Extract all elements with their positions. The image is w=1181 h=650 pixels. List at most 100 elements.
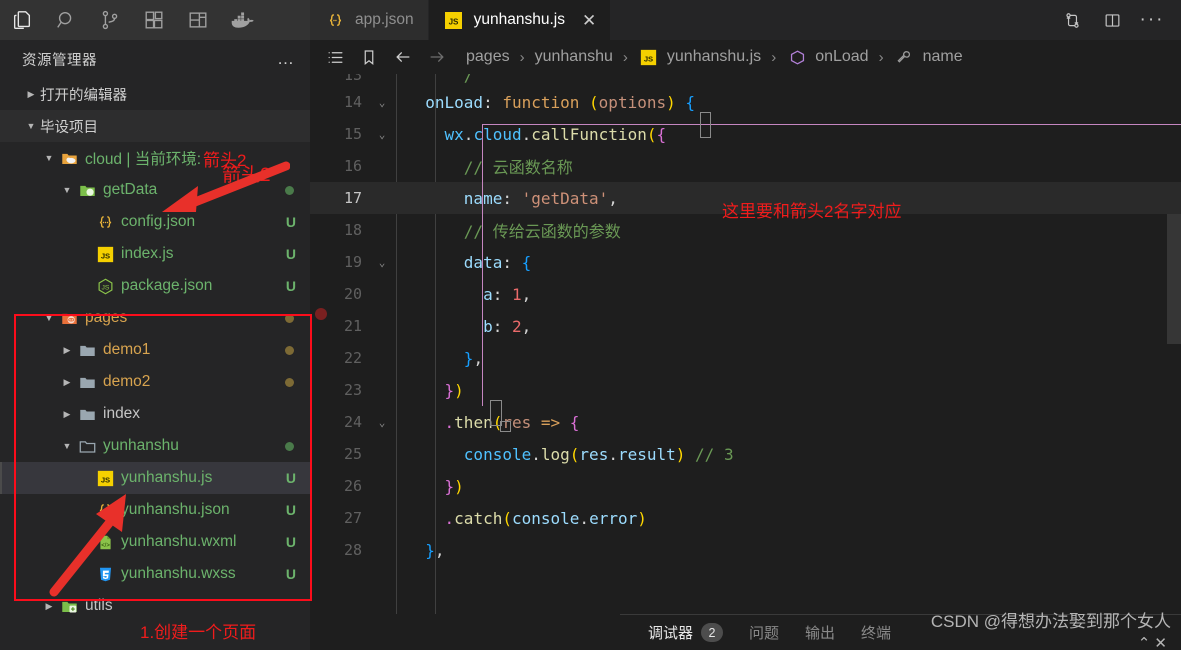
tree-item-demo1[interactable]: ▶ demo1 <box>0 334 310 366</box>
svg-text:JS: JS <box>100 251 109 260</box>
sidebar-title: 资源管理器 <box>22 52 97 69</box>
fold-chevron-icon[interactable]: ⌄ <box>368 96 396 109</box>
wxss-icon <box>94 566 116 583</box>
folder-add-icon <box>58 598 80 615</box>
json-icon <box>94 214 116 231</box>
js-icon: JS <box>94 246 116 263</box>
annotation-arrow2-label: 箭头2 <box>222 165 271 186</box>
code-line-27[interactable]: 27 .catch(console.error) <box>310 502 1181 534</box>
tab-bar: app.json JS yunhanshu.js ✕ ··· <box>310 0 1181 40</box>
breadcrumb-item-name[interactable]: name <box>890 48 967 66</box>
sidebar-section-open-editors[interactable]: ▶ 打开的编辑器 <box>0 78 310 110</box>
fold-chevron-icon[interactable]: ⌄ <box>368 128 396 141</box>
tree-item-package.json[interactable]: ▶JSpackage.jsonU <box>0 270 310 302</box>
extensions-icon[interactable] <box>132 0 176 40</box>
source-control-icon[interactable] <box>88 0 132 40</box>
breadcrumb-item-onload[interactable]: onLoad <box>782 48 872 66</box>
explorer-icon[interactable] <box>0 0 44 40</box>
code-line-21[interactable]: 21 b: 2, <box>310 310 1181 342</box>
tree-item-config.json[interactable]: ▶config.jsonU <box>0 206 310 238</box>
code-line-22[interactable]: 22 }, <box>310 342 1181 374</box>
sidebar: 资源管理器 … ▶ 打开的编辑器 ▼ 毕设项目 ▼ cloud | 当前环境: 箭头… <box>0 40 310 650</box>
tree-item-yunhanshu.json[interactable]: ▶yunhanshu.jsonU <box>0 494 310 526</box>
line-number: 17 <box>343 189 362 207</box>
panel-tab-label: 终端 <box>861 625 892 642</box>
code-line-15[interactable]: 15 ⌄ wx.cloud.callFunction({ <box>310 118 1181 150</box>
selection-box <box>500 421 511 432</box>
code-line-24[interactable]: 24 ⌄ .then(res => { <box>310 406 1181 438</box>
svg-text:JS: JS <box>449 17 459 26</box>
code-editor[interactable]: 13 /14 ⌄ onLoad: function (options) {15 ⌄ … <box>310 74 1181 614</box>
status-dot <box>285 377 294 387</box>
code-line-28[interactable]: 28 }, <box>310 534 1181 566</box>
tree-item-yunhanshu.wxss[interactable]: ▶yunhanshu.wxssU <box>0 558 310 590</box>
sidebar-section-label: 毕设项目 <box>40 119 98 136</box>
tree-item-label: package.json <box>121 277 213 294</box>
code-line-16[interactable]: 16 // 云函数名称 <box>310 150 1181 182</box>
breadcrumb-item-yunhanshu[interactable]: yunhanshu <box>531 48 617 66</box>
code-line-25[interactable]: 25 console.log(res.result) // 3 <box>310 438 1181 470</box>
sidebar-section-label: 打开的编辑器 <box>40 87 127 104</box>
tree-item-yunhanshu.wxml[interactable]: ▶</>yunhanshu.wxmlU <box>0 526 310 558</box>
fold-chevron-icon[interactable]: ⌄ <box>368 416 396 429</box>
tree-item-index[interactable]: ▶ index <box>0 398 310 430</box>
forward-arrow-icon[interactable] <box>420 40 454 74</box>
chevron-down-icon: ▼ <box>26 121 36 131</box>
breadcrumb-items: pages › yunhanshu › JS yunhanshu.js › onLoad › na… <box>462 48 967 66</box>
breadcrumb-item-yunhanshu-js[interactable]: JS yunhanshu.js <box>634 48 765 66</box>
tree-item-label: pages <box>85 309 128 326</box>
search-icon[interactable] <box>44 0 88 40</box>
folder-icon <box>76 406 98 423</box>
split-editor-icon[interactable] <box>1095 3 1129 37</box>
panel-tab-问题[interactable]: 问题 <box>749 622 779 643</box>
code-text: .then(res => { <box>444 412 580 432</box>
panel-tab-调试器[interactable]: 调试器 2 <box>648 622 724 643</box>
compare-changes-icon[interactable] <box>1055 3 1089 37</box>
docker-icon[interactable] <box>220 0 264 40</box>
bookmark-icon[interactable] <box>352 40 386 74</box>
breakpoint-dot[interactable] <box>315 308 327 320</box>
breadcrumb-separator: › <box>622 48 628 66</box>
code-line-20[interactable]: 20 a: 1, <box>310 278 1181 310</box>
tree-item-label: utils <box>85 597 113 614</box>
scrollbar-thumb[interactable] <box>1167 214 1181 344</box>
code-text: onLoad: function (options) { <box>425 92 696 112</box>
code-text: }) <box>444 476 464 496</box>
tree-item-index.js[interactable]: ▶JSindex.jsU <box>0 238 310 270</box>
code-line-14[interactable]: 14 ⌄ onLoad: function (options) { <box>310 86 1181 118</box>
code-text: // 传给云函数的参数 <box>463 222 621 241</box>
git-status-badge: U <box>285 470 296 486</box>
tree-item-yunhanshu.js[interactable]: ▶JSyunhanshu.jsU <box>0 462 310 494</box>
tab-yunhanshu-js[interactable]: JS yunhanshu.js ✕ <box>428 0 612 40</box>
breadcrumb-label: name <box>922 48 963 65</box>
code-line-23[interactable]: 23 }) <box>310 374 1181 406</box>
symbol-method-icon <box>786 49 808 66</box>
tree-item-pages[interactable]: ▼ pages <box>0 302 310 334</box>
back-arrow-icon[interactable] <box>386 40 420 74</box>
folder-node-icon <box>76 182 98 199</box>
code-line-13[interactable]: 13 / <box>310 74 1181 86</box>
breadcrumb-label: onLoad <box>815 48 869 65</box>
breadcrumb-item-pages[interactable]: pages <box>462 48 514 66</box>
code-line-19[interactable]: 19 ⌄ data: { <box>310 246 1181 278</box>
panel-tab-label: 输出 <box>805 625 836 642</box>
more-actions-icon[interactable]: ··· <box>1135 3 1169 37</box>
folder-cloud-icon <box>58 150 80 167</box>
tree-item-demo2[interactable]: ▶ demo2 <box>0 366 310 398</box>
git-status-badge: U <box>285 534 296 550</box>
sidebar-section-project[interactable]: ▼ 毕设项目 <box>0 110 310 142</box>
chevron-right-icon: ▶ <box>63 344 71 355</box>
tree-item-yunhanshu[interactable]: ▼ yunhanshu <box>0 430 310 462</box>
tab-app-json[interactable]: app.json <box>310 0 429 40</box>
panel-tab-终端[interactable]: 终端 <box>861 622 891 643</box>
symbol-property-icon <box>894 49 916 66</box>
outline-icon[interactable] <box>318 40 352 74</box>
close-icon[interactable]: ✕ <box>582 12 596 29</box>
code-line-26[interactable]: 26 }) <box>310 470 1181 502</box>
fold-chevron-icon[interactable]: ⌄ <box>368 256 396 269</box>
sidebar-more-icon[interactable]: … <box>277 50 296 67</box>
layout-icon[interactable] <box>176 0 220 40</box>
panel-tab-输出[interactable]: 输出 <box>805 622 835 643</box>
chevron-down-icon: ▼ <box>62 441 72 451</box>
chevron-down-icon: ▼ <box>44 313 54 323</box>
